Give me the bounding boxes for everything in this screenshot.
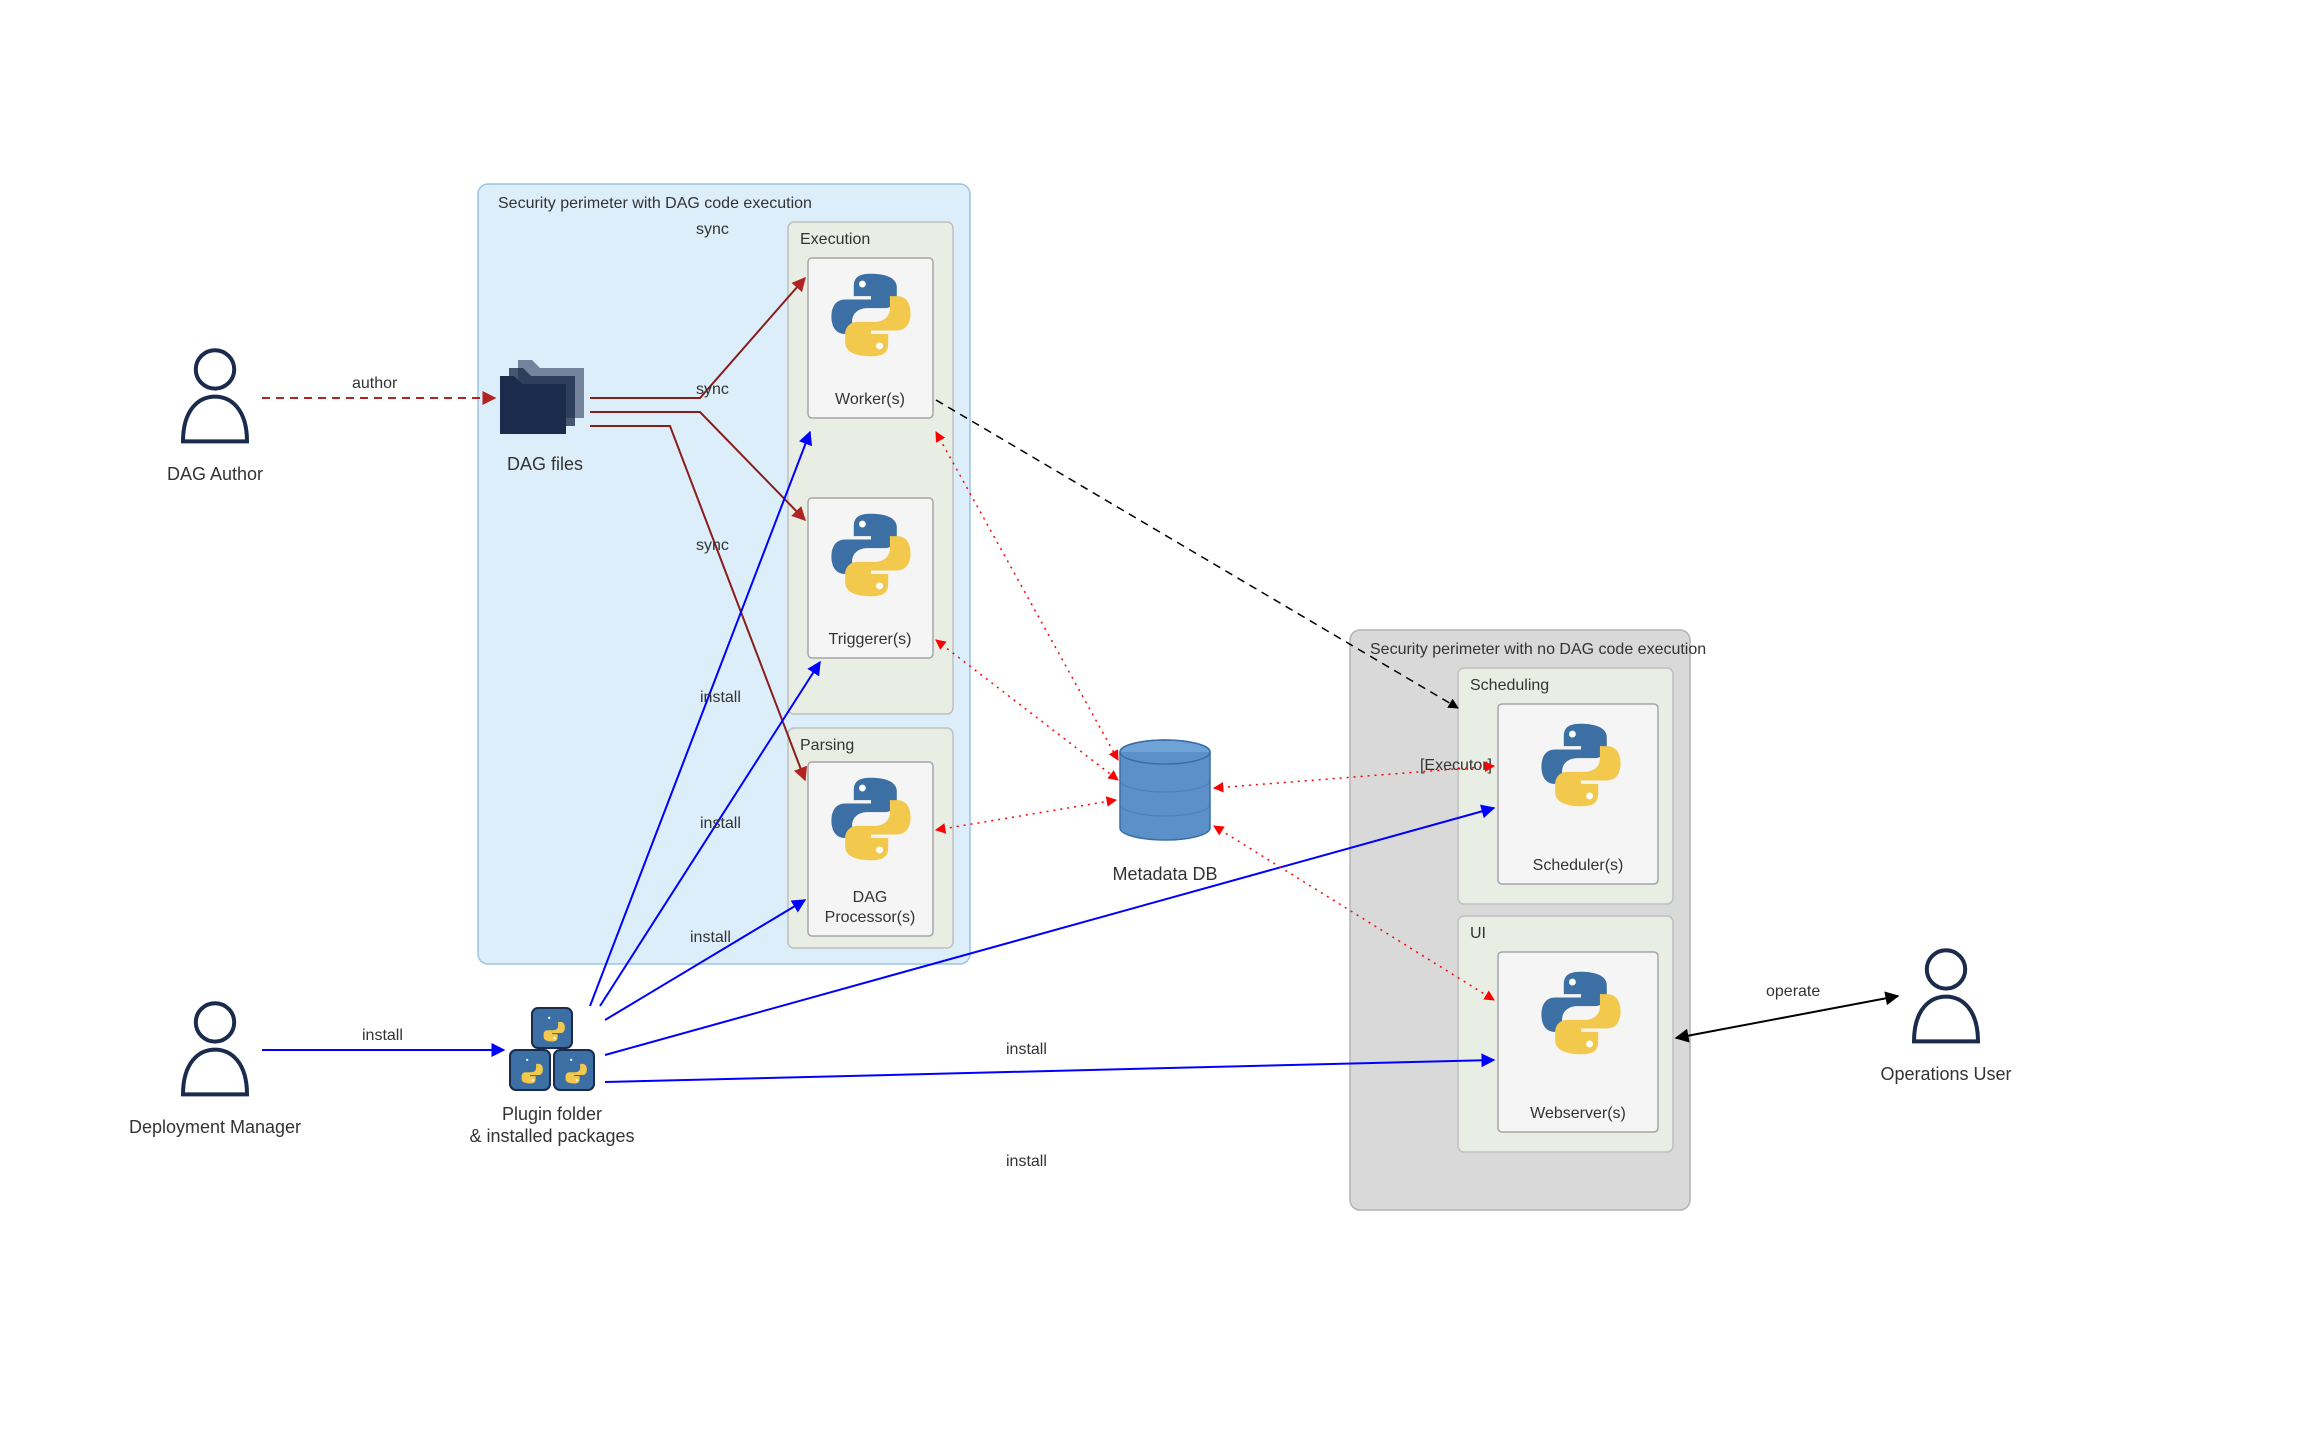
perimeter-no-dag-exec-label: Security perimeter with no DAG code exec… [1370,641,1706,658]
component-schedulers-label: Scheduler(s) [1533,857,1624,874]
component-triggerers-label: Triggerer(s) [829,631,912,648]
edge-author-label: author [352,375,398,392]
edge-sync-dagproc-label: sync [696,537,729,554]
edge-sync-workers-label: sync [696,221,729,238]
component-workers-label: Worker(s) [835,391,905,408]
node-plugin-folder-label2: & installed packages [469,1126,634,1146]
edge-sync-triggerers-label: sync [696,381,729,398]
edge-install-triggerers-label: install [700,689,741,706]
group-parsing-label: Parsing [800,737,854,754]
node-dag-files-label: DAG files [507,454,583,474]
component-dag-processors: DAG Processor(s) [808,762,933,936]
packages-icon [510,1008,594,1090]
node-dag-files: DAG files [500,360,584,474]
actor-operations-user: Operations User [1880,950,2011,1084]
database-icon [1120,740,1210,840]
edge-install-scheduler-label: install [1006,1041,1047,1058]
diagram-canvas: Security perimeter with DAG code executi… [0,0,2308,1455]
component-triggerers: Triggerer(s) [808,498,933,658]
component-webservers-label: Webserver(s) [1530,1105,1626,1122]
edge-install-workers-label: install [690,929,731,946]
edge-operate [1676,996,1898,1038]
actor-operations-user-label: Operations User [1880,1064,2011,1084]
edge-install-depmgr-label: install [362,1027,403,1044]
person-icon [183,350,247,441]
edge-install-webserver-label: install [1006,1153,1047,1170]
component-dag-processors-label1: DAG [853,889,888,906]
node-plugin-folder-label1: Plugin folder [502,1104,602,1124]
node-metadata-db: Metadata DB [1112,740,1217,884]
actor-deployment-manager-label: Deployment Manager [129,1117,301,1137]
actor-dag-author-label: DAG Author [167,464,263,484]
group-execution-label: Execution [800,231,870,248]
edge-install-dagproc-label: install [700,815,741,832]
component-dag-processors-label2: Processor(s) [825,909,916,926]
person-icon [1914,950,1978,1041]
group-scheduling-label: Scheduling [1470,677,1549,694]
actor-deployment-manager: Deployment Manager [129,1003,301,1137]
component-webservers: Webserver(s) [1498,952,1658,1132]
node-metadata-db-label: Metadata DB [1112,864,1217,884]
actor-dag-author: DAG Author [167,350,263,484]
component-workers: Worker(s) [808,258,933,418]
files-icon [500,360,584,434]
edge-operate-label: operate [1766,983,1820,1000]
perimeter-dag-exec-label: Security perimeter with DAG code executi… [498,195,812,212]
node-plugin-folder: Plugin folder & installed packages [469,1008,634,1146]
person-icon [183,1003,247,1094]
group-ui-label: UI [1470,925,1486,942]
